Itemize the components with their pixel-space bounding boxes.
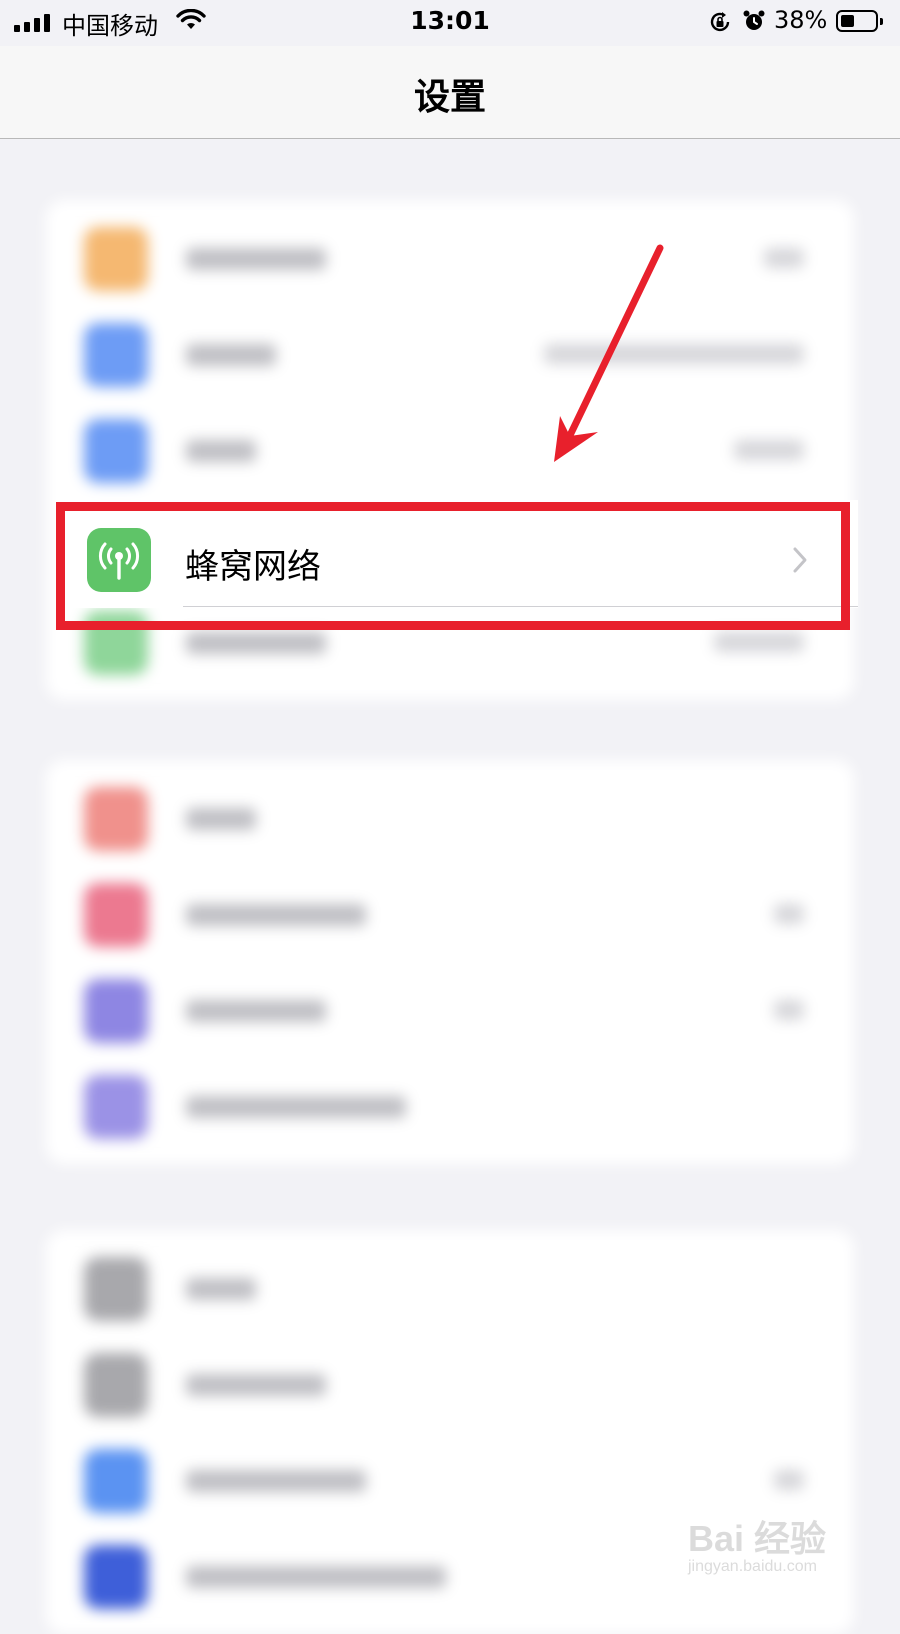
settings-item-blurred[interactable] bbox=[46, 866, 854, 962]
blurred-value bbox=[774, 1470, 804, 1490]
watermark: Bai 经验 jingyan.baidu.com bbox=[688, 1500, 888, 1590]
settings-item-blurred[interactable] bbox=[46, 1336, 854, 1432]
blurred-label bbox=[186, 1096, 406, 1118]
battery-icon bbox=[836, 10, 883, 32]
blurred-label bbox=[186, 632, 326, 654]
blurred-label bbox=[186, 1566, 446, 1588]
blurred-label bbox=[186, 344, 276, 366]
app-icon bbox=[84, 323, 148, 387]
nav-bar: 设置 bbox=[0, 46, 900, 139]
highlight-box bbox=[56, 502, 850, 630]
settings-item-blurred[interactable] bbox=[46, 962, 854, 1058]
app-icon bbox=[84, 787, 148, 851]
settings-item-blurred[interactable] bbox=[46, 770, 854, 866]
alarm-icon bbox=[743, 10, 765, 30]
settings-item-blurred[interactable] bbox=[46, 306, 854, 402]
blurred-value bbox=[764, 248, 804, 268]
battery-percent: 38% bbox=[774, 6, 828, 34]
app-icon bbox=[84, 227, 148, 291]
blurred-label bbox=[186, 904, 366, 926]
app-icon bbox=[84, 1449, 148, 1513]
blurred-value bbox=[774, 1000, 804, 1020]
settings-item-blurred[interactable] bbox=[46, 1058, 854, 1154]
app-icon bbox=[84, 979, 148, 1043]
annotation-arrow bbox=[554, 244, 664, 462]
orientation-lock-icon bbox=[710, 12, 730, 32]
blurred-label bbox=[186, 1278, 256, 1300]
settings-item-blurred[interactable] bbox=[46, 210, 854, 306]
app-icon bbox=[84, 1353, 148, 1417]
app-icon bbox=[84, 419, 148, 483]
watermark-brand: Bai 经验 bbox=[688, 1518, 827, 1559]
app-icon bbox=[84, 883, 148, 947]
blurred-label bbox=[186, 808, 256, 830]
settings-group bbox=[46, 760, 854, 1164]
settings-item-blurred[interactable] bbox=[46, 1240, 854, 1336]
blurred-label bbox=[186, 440, 256, 462]
watermark-url: jingyan.baidu.com bbox=[688, 1558, 817, 1575]
blurred-value bbox=[734, 440, 804, 460]
settings-item-blurred[interactable] bbox=[46, 402, 854, 498]
blurred-label bbox=[186, 248, 326, 270]
app-icon bbox=[84, 1545, 148, 1609]
blurred-label bbox=[186, 1470, 366, 1492]
page-title: 设置 bbox=[413, 77, 486, 118]
blurred-value bbox=[774, 904, 804, 924]
blurred-label bbox=[186, 1374, 326, 1396]
status-bar: 中国移动 13:01 38% bbox=[0, 0, 900, 46]
app-icon bbox=[84, 1075, 148, 1139]
blurred-label bbox=[186, 1000, 326, 1022]
app-icon bbox=[84, 1257, 148, 1321]
blurred-value bbox=[714, 632, 804, 652]
